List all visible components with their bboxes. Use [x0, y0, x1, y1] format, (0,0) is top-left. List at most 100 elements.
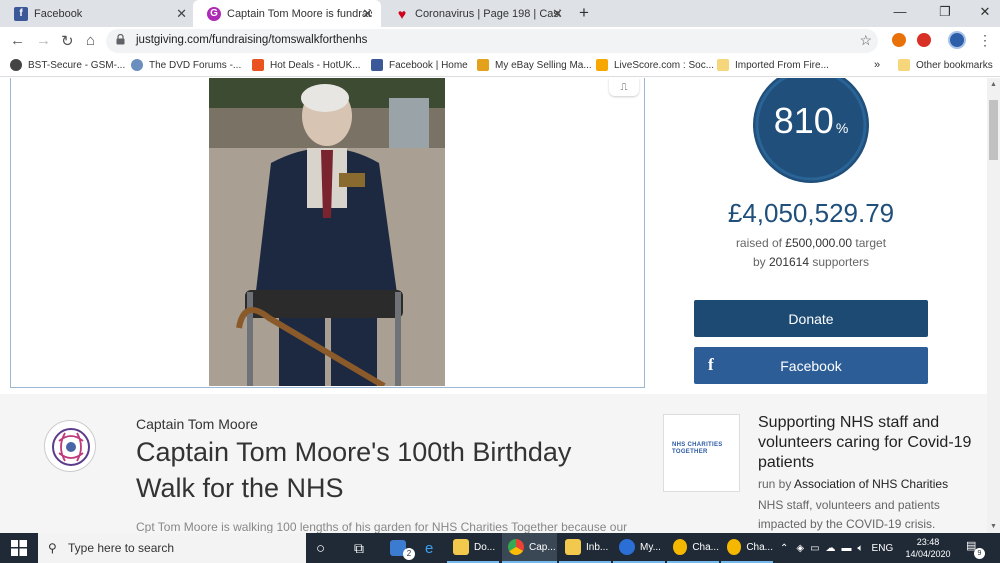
folder-icon	[898, 59, 910, 71]
chevron-up-icon[interactable]: ⌃	[780, 543, 788, 554]
network-icon[interactable]: ▭	[810, 543, 819, 554]
taskbar-app-explorer[interactable]: Do...	[447, 533, 499, 563]
folder-icon	[717, 59, 729, 71]
taskbar-app-inbox[interactable]: Inb...	[559, 533, 611, 563]
bookmark-item[interactable]: Facebook | Home	[371, 59, 468, 71]
extension-icon[interactable]	[892, 33, 906, 47]
bookmark-item[interactable]: My eBay Selling Ma...	[477, 59, 592, 71]
scroll-up-icon[interactable]: ▲	[987, 78, 1000, 91]
windows-taskbar: ⚲ Type here to search ○ ⧉ 2 e Do... Cap.…	[0, 533, 1000, 563]
app-icon	[619, 539, 635, 555]
bookmarks-bar: BST-Secure - GSM-... The DVD Forums -...…	[0, 55, 1000, 77]
page-scrollbar[interactable]: ▲ ▼	[987, 78, 1000, 533]
facebook-share-button[interactable]: f Facebook	[694, 347, 928, 384]
bookmark-item[interactable]: The DVD Forums -...	[131, 59, 241, 71]
forward-button[interactable]: →	[36, 32, 51, 49]
notification-icon[interactable]: ▤ 9	[966, 539, 985, 559]
bookmark-icon	[131, 59, 143, 71]
supporters-suffix: supporters	[809, 255, 870, 269]
taskbar-app-chrome[interactable]: Cap...	[502, 533, 557, 563]
page-content: ⎍ 810% £4,050,529.79 raised of £500,000.…	[0, 78, 987, 533]
onedrive-icon[interactable]: ☁	[826, 543, 836, 554]
cause-title[interactable]: Supporting NHS staff and volunteers cari…	[758, 413, 983, 473]
scroll-thumb[interactable]	[989, 100, 998, 160]
progress-ring: 810%	[753, 78, 869, 183]
address-bar[interactable]: justgiving.com/fundraising/tomswalkforth…	[106, 29, 878, 53]
bookmark-label: Facebook | Home	[389, 59, 468, 71]
avatar[interactable]	[948, 31, 966, 49]
taskbar-app-my[interactable]: My...	[613, 533, 665, 563]
minimize-button[interactable]: —	[890, 4, 910, 19]
search-icon: ⚲	[48, 541, 57, 555]
app-label: My...	[640, 541, 661, 553]
taskbar-app-chat[interactable]: Cha...	[667, 533, 719, 563]
close-tab-icon[interactable]: ✕	[176, 6, 187, 22]
bookmark-label: Imported From Fire...	[735, 59, 829, 71]
more-bookmarks-button[interactable]: »	[874, 59, 880, 71]
target-prefix: raised of	[735, 236, 786, 250]
chart-icon[interactable]: ⎍	[609, 78, 639, 96]
bookmark-item[interactable]: Imported From Fire...	[717, 59, 829, 71]
clock[interactable]: 23:48 14/04/2020	[900, 536, 956, 560]
menu-icon[interactable]: ⋮	[978, 32, 992, 49]
bookmark-label: LiveScore.com : Soc...	[614, 59, 715, 71]
bookmark-label: My eBay Selling Ma...	[495, 59, 592, 71]
taskbar-search[interactable]: ⚲ Type here to search	[38, 533, 306, 563]
facebook-icon: f	[14, 6, 28, 21]
dropbox-icon[interactable]: ◈	[796, 543, 804, 554]
maximize-button[interactable]: ❐	[935, 4, 955, 20]
notification-badge: 9	[974, 548, 985, 559]
cortana-icon[interactable]: ○	[316, 533, 325, 563]
tab-facebook[interactable]: f Facebook ✕	[0, 0, 195, 27]
windows-icon	[11, 540, 27, 556]
charity-logo[interactable]	[44, 420, 96, 472]
facebook-label: Facebook	[780, 357, 842, 374]
bookmark-item[interactable]: Hot Deals - HotUK...	[252, 59, 361, 71]
edge-icon[interactable]: e	[425, 533, 433, 563]
home-button[interactable]: ⌂	[86, 32, 95, 49]
tab-coronavirus[interactable]: ♥ Coronavirus | Page 198 | Casinom ✕	[381, 0, 571, 27]
language-indicator[interactable]: ENG	[872, 543, 894, 554]
charity-name[interactable]: Association of NHS Charities	[794, 477, 948, 491]
bookmark-item[interactable]: LiveScore.com : Soc...	[596, 59, 714, 71]
app-label: Cha...	[746, 541, 773, 553]
supporters-text: by 201614 supporters	[680, 255, 942, 269]
reload-button[interactable]: ↻	[61, 32, 74, 50]
facebook-icon: f	[708, 355, 714, 374]
tab-captain-tom[interactable]: G Captain Tom Moore is fundraising ✕	[193, 0, 381, 27]
extension-icon[interactable]	[917, 33, 931, 47]
close-tab-icon[interactable]: ✕	[552, 6, 563, 22]
back-button[interactable]: ←	[10, 32, 25, 49]
heart-icon: ♥	[397, 5, 407, 22]
fundraiser-owner[interactable]: Captain Tom Moore	[136, 416, 258, 432]
close-window-button[interactable]: ✕	[975, 4, 995, 20]
percent-sign: %	[835, 120, 849, 136]
clock-date: 14/04/2020	[905, 549, 951, 559]
star-icon[interactable]: ☆	[859, 32, 872, 49]
donate-button[interactable]: Donate	[694, 300, 928, 337]
bookmark-item[interactable]: BST-Secure - GSM-...	[10, 59, 125, 71]
chat-icon	[673, 539, 688, 555]
mail-app[interactable]: 2	[390, 533, 415, 563]
close-tab-icon[interactable]: ✕	[362, 6, 373, 22]
app-label: Do...	[474, 541, 496, 553]
volume-icon[interactable]: 🔈︎	[858, 543, 864, 554]
search-placeholder: Type here to search	[68, 541, 175, 555]
charity-logo-graphic	[52, 428, 90, 466]
browser-toolbar: ← → ↻ ⌂ justgiving.com/fundraising/tomsw…	[0, 27, 1000, 55]
bookmark-icon	[10, 59, 22, 71]
start-button[interactable]	[0, 533, 38, 563]
charity-logo-box[interactable]: NHS CHARITIES TOGETHER	[663, 414, 740, 492]
taskbar-app-chat[interactable]: Cha...	[721, 533, 773, 563]
battery-icon[interactable]: ▬	[842, 543, 852, 554]
story-text: Cpt Tom Moore is walking 100 lengths of …	[136, 520, 628, 533]
fundraiser-details: Captain Tom Moore Captain Tom Moore's 10…	[0, 394, 987, 533]
url-text: justgiving.com/fundraising/tomswalkforth…	[136, 34, 368, 46]
bookmark-label: The DVD Forums -...	[149, 59, 242, 71]
other-bookmarks[interactable]: Other bookmarks	[898, 59, 993, 71]
new-tab-button[interactable]: +	[574, 3, 594, 23]
bookmark-label: Other bookmarks	[916, 59, 993, 71]
inbox-icon	[565, 539, 581, 555]
scroll-down-icon[interactable]: ▼	[987, 520, 1000, 533]
task-view-icon[interactable]: ⧉	[354, 533, 364, 563]
